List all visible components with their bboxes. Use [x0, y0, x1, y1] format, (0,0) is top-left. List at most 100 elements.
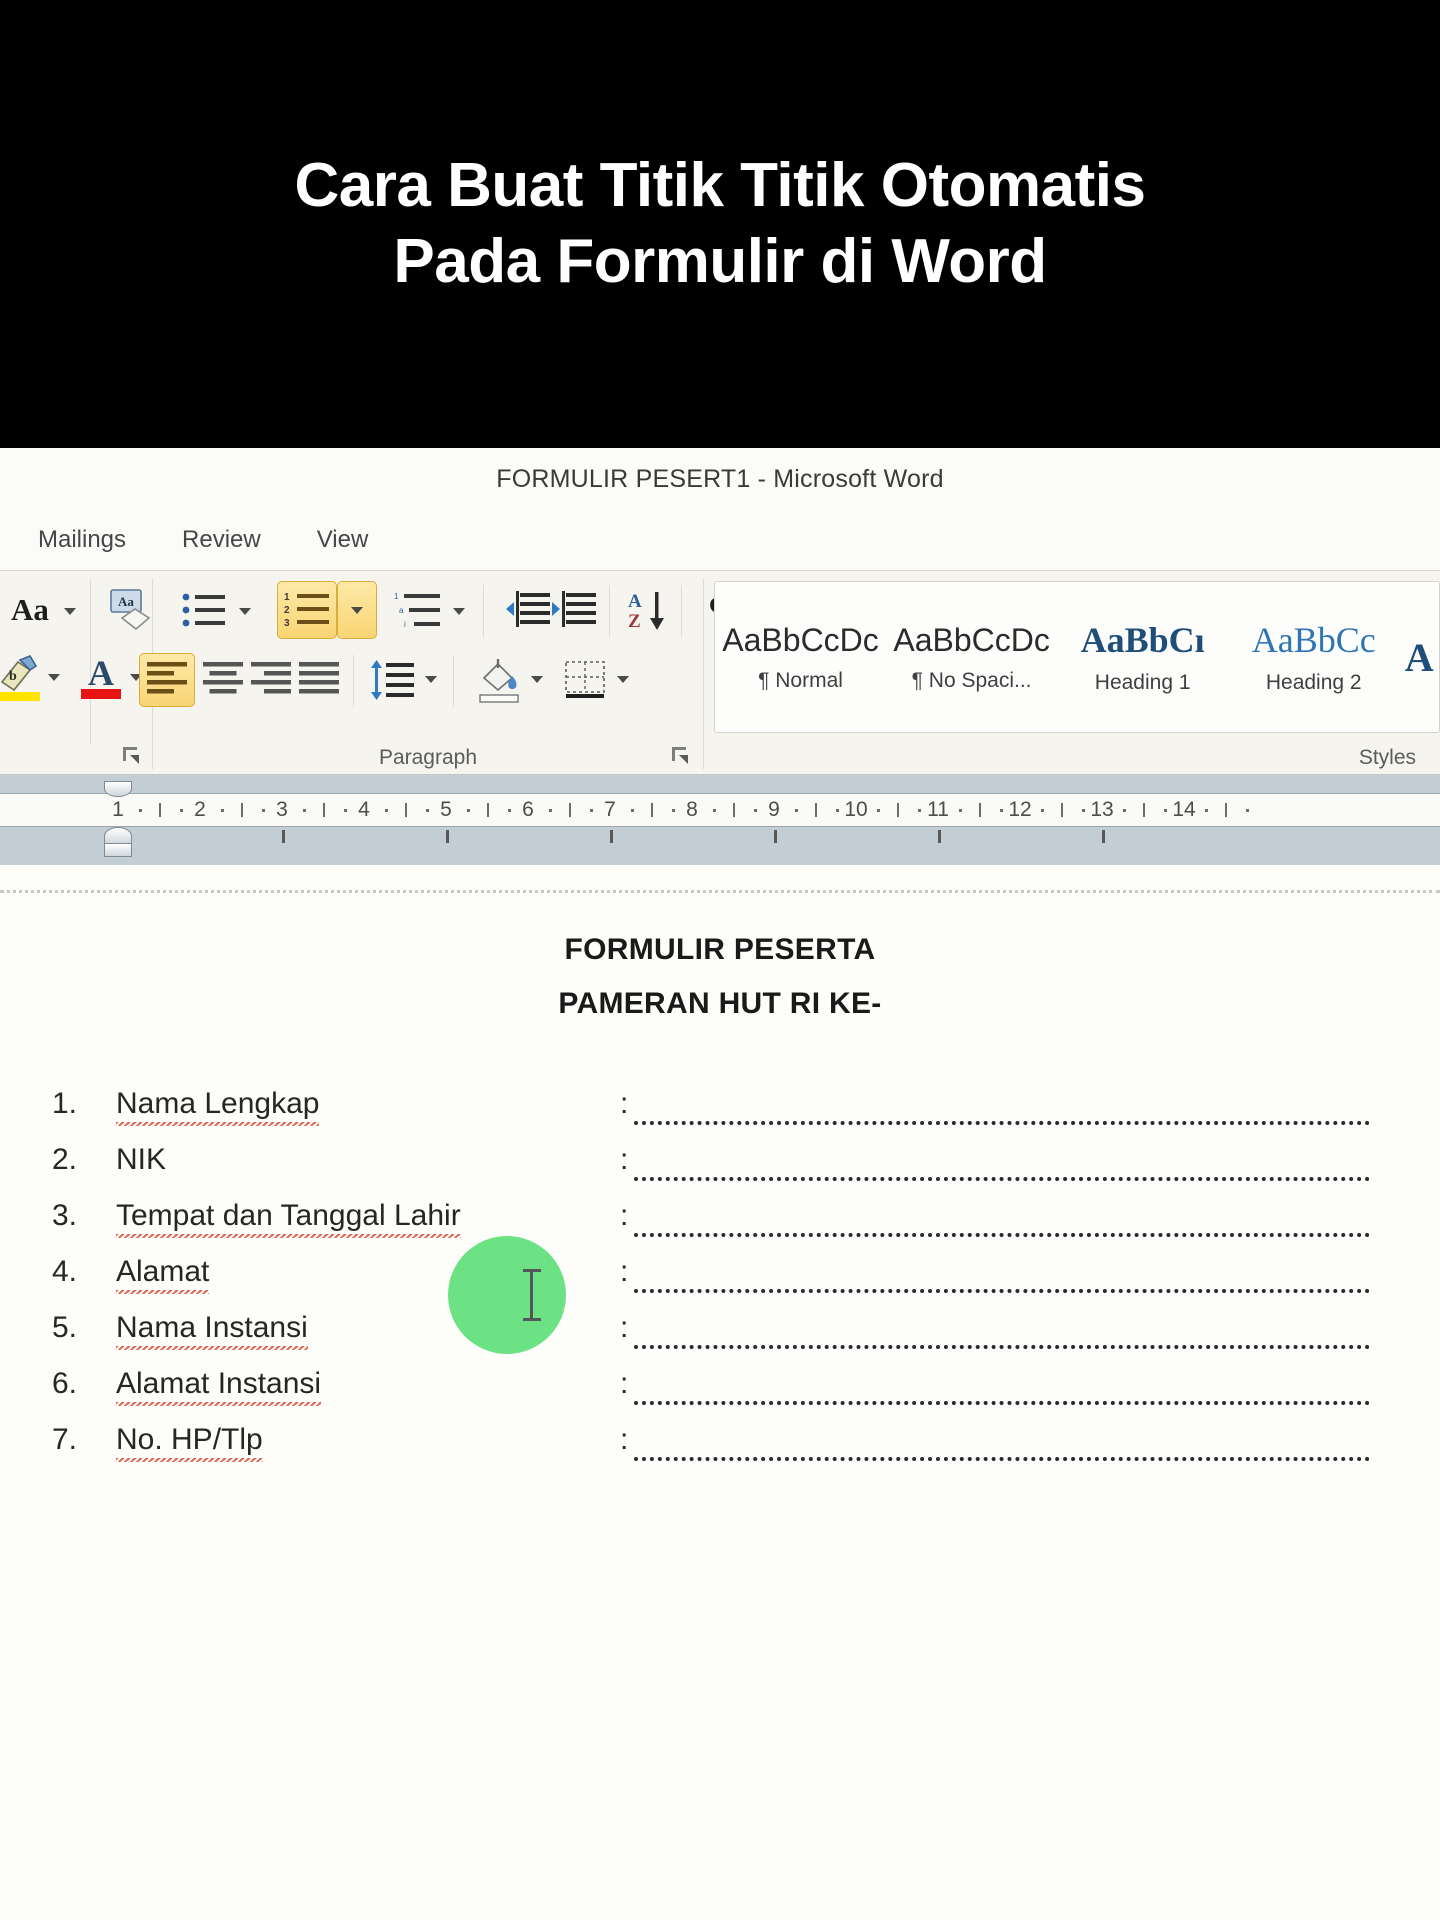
form-row-5-dot-leader	[634, 1345, 1370, 1349]
multilevel-list-icon: 1 a i	[394, 592, 440, 629]
ruler-half-mark	[323, 803, 325, 817]
numbering-dropdown[interactable]	[337, 581, 377, 639]
form-row-1-colon: :	[620, 1087, 629, 1120]
ruler-number: 7	[604, 798, 616, 821]
sort-button[interactable]: A Z	[621, 583, 677, 637]
tab-review[interactable]: Review	[154, 522, 289, 558]
ruler-tab-stop[interactable]	[610, 830, 613, 843]
style-heading-2[interactable]: AaBbCc Heading 2	[1228, 582, 1399, 732]
align-center-button[interactable]	[197, 655, 249, 705]
form-row-4-colon: :	[620, 1255, 629, 1288]
style-normal[interactable]: AaBbCcDc ¶ Normal	[715, 582, 886, 732]
bullets-dropdown[interactable]	[235, 601, 255, 621]
borders-dropdown[interactable]	[613, 669, 633, 689]
change-case-button[interactable]: Aa	[2, 585, 58, 635]
highlight-dropdown[interactable]	[44, 667, 64, 687]
divider	[609, 585, 610, 637]
multilevel-list-button[interactable]: 1 a i	[391, 585, 445, 635]
ruler-number: 12	[1008, 798, 1032, 821]
chevron-down-icon	[239, 607, 251, 615]
horizontal-ruler[interactable]: 1 2 3 4 5 6 7 8 9 10 11 12 13 14	[0, 793, 1440, 827]
borders-button[interactable]	[557, 653, 613, 707]
form-row-6[interactable]: 6. Alamat Instansi :	[0, 1367, 1440, 1423]
ruler-tab-stop[interactable]	[774, 830, 777, 843]
clear-formatting-button[interactable]: Aa	[102, 583, 156, 637]
form-row-5[interactable]: 5. Nama Instansi :	[0, 1311, 1440, 1367]
change-case-dropdown[interactable]	[60, 601, 80, 621]
font-dialog-launcher[interactable]	[120, 744, 142, 766]
form-row-6-number: 6.	[52, 1367, 78, 1400]
banner-title-line-2: Pada Formulir di Word	[393, 227, 1047, 296]
ruler-minor-mark	[425, 809, 429, 812]
word-title-bar: FORMULIR PESERT1 - Microsoft Word	[0, 448, 1440, 510]
style-partial-next[interactable]: A	[1399, 582, 1439, 732]
form-row-4-dot-leader	[634, 1289, 1370, 1293]
form-row-7[interactable]: 7. No. HP/Tlp :	[0, 1423, 1440, 1479]
bullets-button[interactable]	[177, 585, 231, 635]
svg-text:Z: Z	[628, 611, 641, 632]
ruler-tab-stop[interactable]	[1102, 830, 1105, 843]
line-spacing-dropdown[interactable]	[421, 669, 441, 689]
form-row-4[interactable]: 4. Alamat :	[0, 1255, 1440, 1311]
ribbon-group-font: Aa Aa b A	[0, 571, 152, 776]
form-row-6-label: Alamat Instansi	[116, 1367, 322, 1406]
ruler-tab-stop[interactable]	[938, 830, 941, 843]
style-no-spacing[interactable]: AaBbCcDc ¶ No Spaci...	[886, 582, 1057, 732]
align-left-button[interactable]	[139, 653, 195, 707]
banner-title-line-1: Cara Buat Titik Titik Otomatis	[294, 151, 1146, 221]
svg-text:2: 2	[284, 605, 290, 616]
form-row-4-label: Alamat	[116, 1255, 210, 1294]
style-sample-heading-2: AaBbCc	[1251, 620, 1376, 660]
svg-text:i: i	[404, 620, 406, 629]
shading-button[interactable]	[471, 653, 527, 707]
ruler-half-mark	[569, 803, 571, 817]
line-spacing-button[interactable]	[365, 655, 419, 705]
paragraph-dialog-launcher[interactable]	[669, 744, 691, 766]
svg-text:Aa: Aa	[118, 594, 134, 609]
form-row-3-number: 3.	[52, 1199, 78, 1232]
multilevel-list-dropdown[interactable]	[449, 601, 469, 621]
ruler-minor-mark	[466, 809, 470, 812]
first-line-indent-marker[interactable]	[104, 781, 132, 797]
shading-dropdown[interactable]	[527, 669, 547, 689]
tab-view[interactable]: View	[289, 522, 397, 558]
form-row-4-number: 4.	[52, 1255, 78, 1288]
form-row-7-number: 7.	[52, 1423, 78, 1456]
document-page[interactable]: FORMULIR PESERTA PAMERAN HUT RI KE- 1. N…	[0, 865, 1440, 1920]
form-row-2[interactable]: 2. NIK :	[0, 1143, 1440, 1199]
ruler-minor-mark	[917, 809, 921, 812]
form-heading-line-1: FORMULIR PESERTA	[564, 933, 876, 966]
ruler-minor-mark	[1081, 809, 1085, 812]
align-justify-button[interactable]	[293, 655, 345, 705]
increase-indent-button[interactable]	[547, 585, 601, 635]
ruler-minor-mark	[261, 809, 265, 812]
form-row-2-label: NIK	[116, 1143, 167, 1176]
ruler-tab-stop[interactable]	[282, 830, 285, 843]
borders-icon	[565, 661, 605, 698]
style-name-heading-2: Heading 2	[1265, 671, 1362, 694]
left-indent-marker[interactable]	[104, 843, 132, 857]
align-right-icon	[251, 662, 291, 694]
style-name-heading-1: Heading 1	[1094, 671, 1191, 694]
ruler-minor-mark	[1040, 809, 1044, 812]
font-color-button[interactable]: A	[74, 649, 128, 705]
form-row-2-colon: :	[620, 1143, 629, 1176]
chevron-down-icon	[48, 673, 60, 681]
increase-indent-icon	[552, 591, 596, 627]
ruler-half-mark	[159, 803, 161, 817]
form-row-2-dot-leader	[634, 1177, 1370, 1181]
document-title: FORMULIR PESERT1 - Microsoft Word	[496, 464, 944, 493]
svg-text:a: a	[399, 606, 404, 615]
numbering-button[interactable]: 1 2 3	[277, 581, 337, 639]
ruler-half-mark	[1143, 803, 1145, 817]
align-right-button[interactable]	[245, 655, 297, 705]
ruler-number: 10	[844, 798, 868, 821]
text-highlight-button[interactable]: b	[0, 649, 46, 705]
style-heading-1[interactable]: AaBbCı Heading 1	[1057, 582, 1228, 732]
form-row-1[interactable]: 1. Nama Lengkap :	[0, 1087, 1440, 1143]
styles-gallery[interactable]: AaBbCcDc ¶ Normal AaBbCcDc ¶ No Spaci...…	[714, 581, 1440, 733]
form-row-5-colon: :	[620, 1311, 629, 1344]
form-row-3[interactable]: 3. Tempat dan Tanggal Lahir :	[0, 1199, 1440, 1255]
ruler-tab-stop[interactable]	[446, 830, 449, 843]
tab-mailings[interactable]: Mailings	[10, 522, 154, 558]
